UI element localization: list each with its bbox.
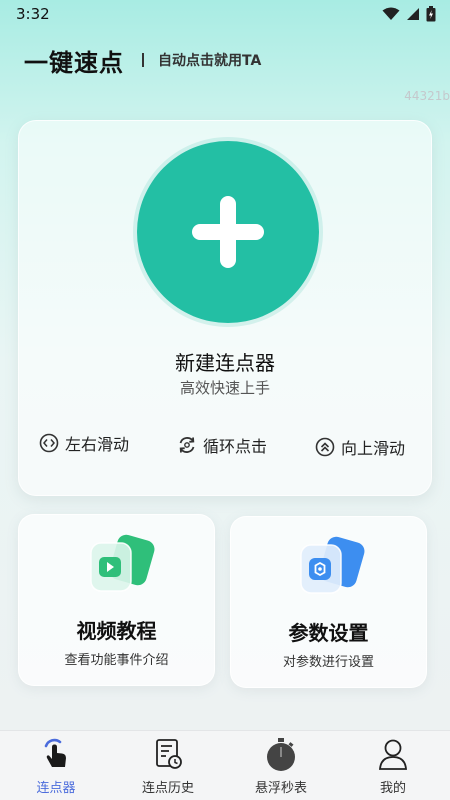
stopwatch-icon xyxy=(265,737,297,777)
app-title: 一键速点 xyxy=(24,48,124,77)
app-tagline: 自动点击就用TA xyxy=(158,53,262,69)
tap-hand-icon xyxy=(40,737,72,775)
mode-label: 循环点击 xyxy=(203,437,268,456)
history-document-icon xyxy=(152,737,184,775)
mode-loop-click[interactable]: 循环点击 xyxy=(177,433,267,457)
user-icon xyxy=(377,737,409,775)
mode-row: 左右滑动 循环点击 向上滑动 xyxy=(19,429,431,459)
mode-label: 左右滑动 xyxy=(65,435,130,454)
signal-icon xyxy=(407,8,419,20)
header: 一键速点 自动点击就用TA xyxy=(24,40,261,80)
build-id-watermark: 44321b xyxy=(404,89,450,103)
bottom-tab-bar: 连点器 连点历史 悬浮秒表 我的 xyxy=(0,730,450,800)
mode-left-right-swipe[interactable]: 左右滑动 xyxy=(39,431,129,455)
tab-clicker[interactable]: 连点器 xyxy=(0,731,112,800)
double-chevron-up-icon xyxy=(315,437,335,457)
mode-label: 向上滑动 xyxy=(341,439,406,458)
video-tutorial-title: 视频教程 xyxy=(76,619,157,643)
parameter-settings-description: 对参数进行设置 xyxy=(282,655,374,670)
new-clicker-subtitle: 高效快速上手 xyxy=(179,379,270,397)
video-tutorial-description: 查看功能事件介绍 xyxy=(64,653,169,668)
tab-label: 我的 xyxy=(379,781,406,796)
wifi-icon xyxy=(382,7,400,20)
tab-floating-stopwatch[interactable]: 悬浮秒表 xyxy=(225,731,337,800)
left-right-arrows-icon xyxy=(39,433,59,453)
mode-swipe-up[interactable]: 向上滑动 xyxy=(315,435,405,459)
tab-click-history[interactable]: 连点历史 xyxy=(112,731,224,800)
tab-label: 连点器 xyxy=(36,781,76,796)
header-divider xyxy=(142,53,144,67)
new-clicker-title: 新建连点器 xyxy=(175,351,275,375)
parameter-settings-title: 参数设置 xyxy=(288,621,369,645)
video-play-icon xyxy=(83,527,163,597)
status-icons xyxy=(382,6,436,22)
battery-charging-icon xyxy=(426,6,436,22)
parameter-settings-card[interactable]: 参数设置 对参数进行设置 xyxy=(230,516,427,688)
tab-label: 连点历史 xyxy=(141,781,194,796)
new-clicker-card[interactable]: 新建连点器 高效快速上手 左右滑动 循环点击 向上滑动 xyxy=(18,120,432,496)
new-clicker-button[interactable] xyxy=(137,141,319,323)
status-time: 3:32 xyxy=(16,5,50,23)
plus-icon xyxy=(192,196,264,268)
loop-icon xyxy=(177,435,197,455)
tab-label: 悬浮秒表 xyxy=(254,781,307,796)
video-tutorial-card[interactable]: 视频教程 查看功能事件介绍 xyxy=(18,514,215,686)
settings-hexagon-icon xyxy=(293,529,373,599)
status-bar: 3:32 xyxy=(0,0,450,28)
tab-profile[interactable]: 我的 xyxy=(337,731,449,800)
